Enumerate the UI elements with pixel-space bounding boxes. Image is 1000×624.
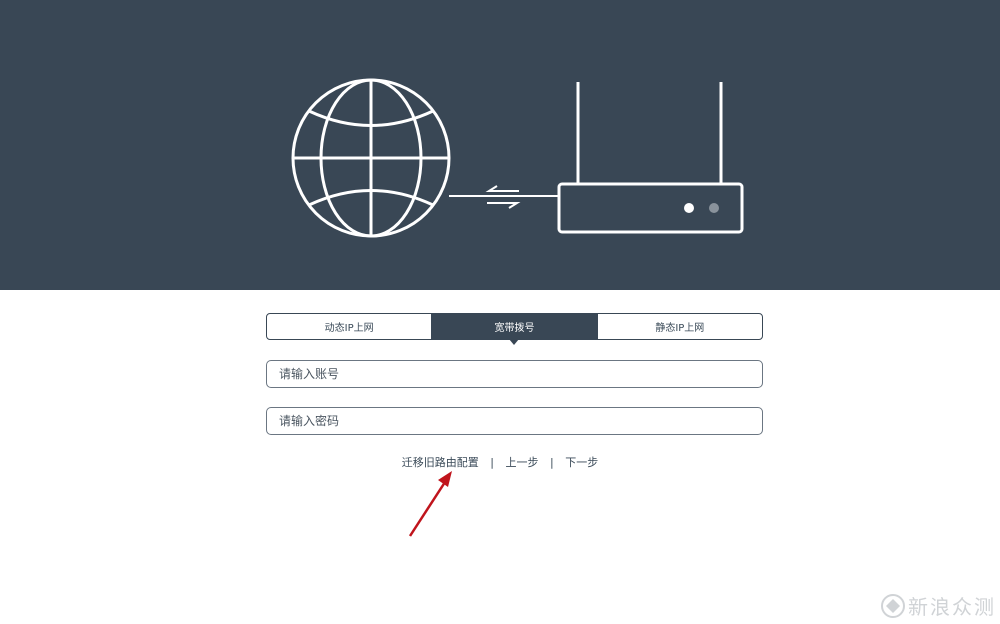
watermark-logo-icon [881,593,905,618]
watermark: 新浪众测 [878,591,996,620]
watermark-text: 新浪众测 [908,595,996,619]
annotation-overlay [408,471,452,537]
red-arrow-annotation [408,471,452,537]
